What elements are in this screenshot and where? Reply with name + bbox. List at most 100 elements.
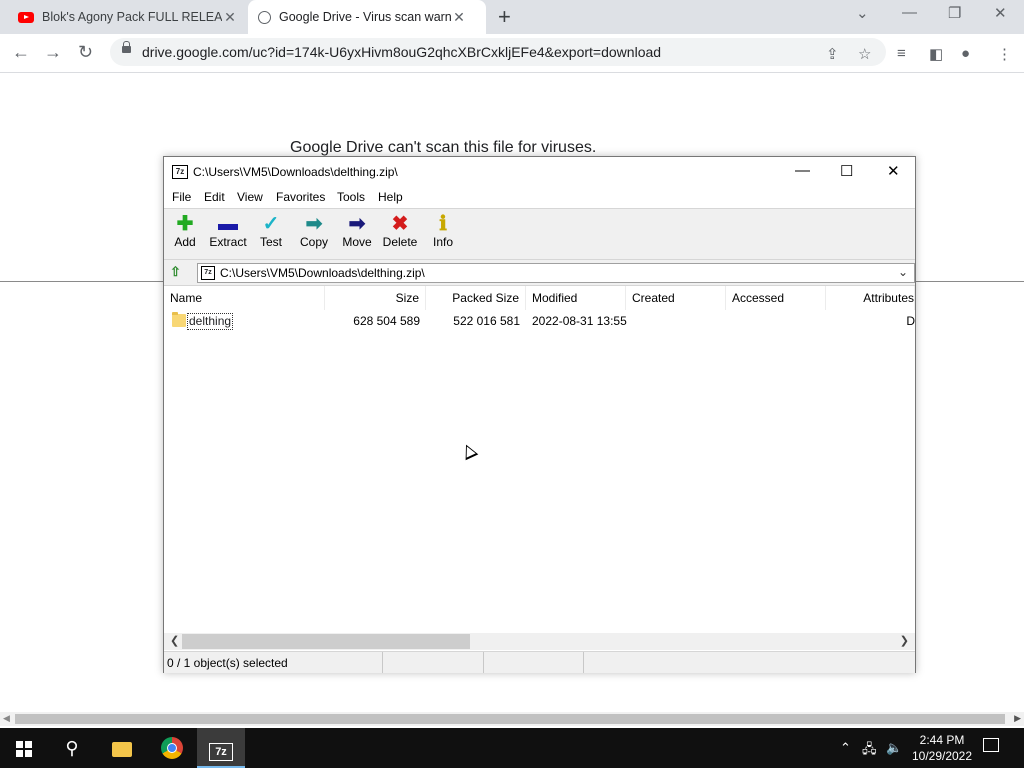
test-button[interactable]: ✓ Test [250,213,292,249]
close-window-icon[interactable]: ✕ [994,4,1007,22]
taskbar: ⚲ 7z ⌃ 🖧 🔈 2:44 PM 10/29/2022 [0,728,1024,768]
file-attributes: D [906,314,915,328]
scroll-left-icon[interactable]: ◀ [3,713,10,724]
minimize-icon[interactable]: — [795,162,810,179]
reload-icon[interactable]: ↻ [78,42,93,63]
sevenzip-app-icon: 7z [172,165,188,179]
path-combobox[interactable]: 7z C:\Users\VM5\Downloads\delthing.zip\ … [197,263,915,283]
file-name[interactable]: delthing [187,313,234,330]
extract-icon: ▬ [218,213,238,235]
add-button[interactable]: ✚ Add [164,213,206,249]
tab-youtube[interactable]: Blok's Agony Pack FULL RELEASE ✕ [8,0,248,34]
globe-icon [258,10,271,24]
column-accessed[interactable]: Accessed [726,286,826,310]
menu-help[interactable]: Help [378,190,403,204]
menu-bar: File Edit View Favorites Tools Help [164,187,915,207]
chrome-button[interactable] [148,728,196,768]
menu-tools[interactable]: Tools [337,190,365,204]
scroll-right-icon[interactable]: ▶ [1014,713,1021,724]
virus-scan-warning: Google Drive can't scan this file for vi… [290,139,597,156]
search-button[interactable]: ⚲ [48,728,96,768]
file-list: Name Size Packed Size Modified Created A… [164,285,915,634]
list-horizontal-scrollbar[interactable]: ❮ ❯ [164,633,915,650]
media-control-icon[interactable]: ≡ [897,45,906,62]
network-icon[interactable]: 🖧 [862,740,877,762]
close-icon[interactable]: ✕ [887,162,900,180]
chevron-up-icon[interactable]: ⌃ [840,740,851,756]
move-label: Move [342,235,372,249]
sevenzip-window: 7z C:\Users\VM5\Downloads\delthing.zip\ … [163,156,916,673]
info-label: Info [432,235,453,249]
lock-icon [122,41,131,53]
youtube-icon [18,11,34,23]
column-modified[interactable]: Modified [526,286,626,310]
info-icon: ℹ [439,213,447,235]
close-tab-icon[interactable]: ✕ [451,9,467,26]
scrollbar-thumb[interactable] [182,634,470,649]
bookmark-star-icon[interactable]: ☆ [858,45,871,63]
forward-icon[interactable]: → [44,42,62,63]
chevron-down-icon[interactable]: ⌄ [898,265,908,279]
copy-button[interactable]: ➡ Copy [293,213,335,249]
folder-icon [172,312,186,327]
scrollbar-thumb[interactable] [15,714,1005,724]
back-icon[interactable]: ← [12,42,30,63]
archive-icon: 7z [201,266,215,280]
delete-label: Delete [382,235,418,249]
copy-icon: ➡ [305,213,323,235]
scroll-right-icon[interactable]: ❯ [900,634,909,647]
column-size[interactable]: Size [325,286,426,310]
move-icon: ➡ [348,213,366,235]
side-panel-icon[interactable]: ◧ [929,45,943,63]
test-label: Test [259,235,282,249]
menu-view[interactable]: View [237,190,263,204]
info-button[interactable]: ℹ Info [422,213,464,249]
address-bar[interactable]: drive.google.com/uc?id=174k-U6yxHivm8ouG… [110,38,886,66]
status-segment [484,652,584,673]
table-row[interactable]: delthing 628 504 589 522 016 581 2022-08… [164,310,915,332]
delete-button[interactable]: ✖ Delete [379,213,421,249]
share-icon[interactable]: ⇪ [826,45,839,63]
column-attributes[interactable]: Attributes [826,286,915,310]
start-button[interactable] [0,728,48,768]
scroll-left-icon[interactable]: ❮ [170,634,179,647]
tab-title: Google Drive - Virus scan warning [279,10,451,24]
path-text: C:\Users\VM5\Downloads\delthing.zip\ [220,266,425,280]
move-button[interactable]: ➡ Move [336,213,378,249]
tab-google-drive[interactable]: Google Drive - Virus scan warning ✕ [248,0,486,34]
notification-icon[interactable] [983,738,999,752]
sevenzip-icon: 7z [209,743,233,761]
clock-date: 10/29/2022 [911,749,973,763]
tab-title: Blok's Agony Pack FULL RELEASE [42,10,222,24]
minimize-icon[interactable]: — [902,4,917,21]
sevenzip-taskbar-button[interactable]: 7z [197,728,245,768]
close-tab-icon[interactable]: ✕ [222,9,238,26]
test-icon: ✓ [262,213,280,235]
new-tab-button[interactable]: + [498,6,511,28]
column-created[interactable]: Created [626,286,726,310]
menu-edit[interactable]: Edit [204,190,225,204]
clock[interactable]: 2:44 PM 10/29/2022 [906,732,978,764]
menu-file[interactable]: File [172,190,191,204]
extract-button[interactable]: ▬ Extract [207,213,249,249]
menu-favorites[interactable]: Favorites [276,190,325,204]
maximize-icon[interactable]: ☐ [840,162,853,180]
status-segment: 0 / 1 object(s) selected [164,652,383,673]
column-name[interactable]: Name [164,286,325,310]
file-created [626,310,726,332]
profile-icon[interactable]: ● [961,45,970,62]
menu-icon[interactable]: ⋮ [997,45,1012,63]
url-text: drive.google.com/uc?id=174k-U6yxHivm8ouG… [142,44,662,60]
page-horizontal-scrollbar[interactable]: ◀ ▶ [0,712,1024,726]
folder-up-icon[interactable]: ⇧ [170,265,184,279]
sevenzip-titlebar[interactable]: 7z C:\Users\VM5\Downloads\delthing.zip\ … [164,157,915,187]
window-title: C:\Users\VM5\Downloads\delthing.zip\ [193,165,398,179]
file-explorer-button[interactable] [98,728,146,768]
copy-label: Copy [299,235,328,249]
column-packed-size[interactable]: Packed Size [426,286,526,310]
volume-icon[interactable]: 🔈 [886,740,902,756]
tab-search-icon[interactable]: ⌄ [856,4,869,22]
windows-icon [16,741,32,757]
add-icon: ✚ [176,213,194,235]
restore-icon[interactable]: ❐ [948,4,961,22]
